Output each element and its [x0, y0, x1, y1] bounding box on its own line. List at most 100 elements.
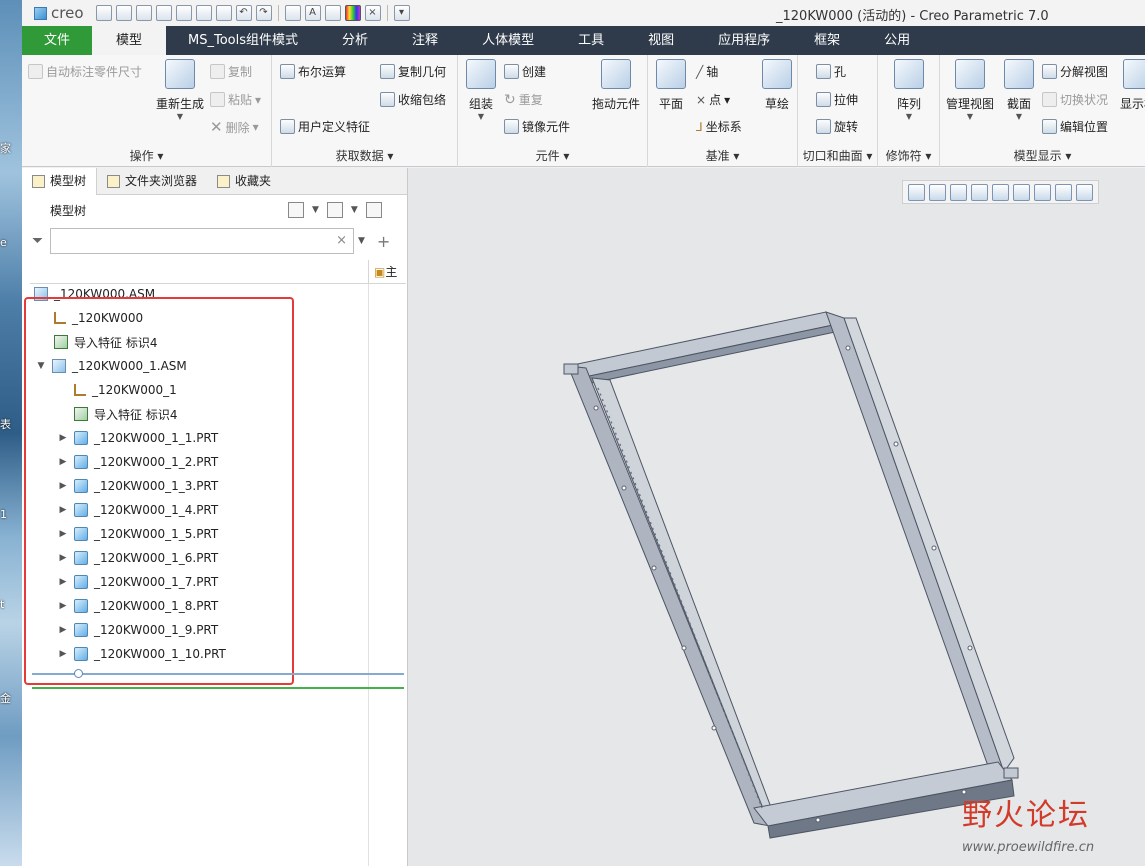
redo-icon[interactable]: ↷	[255, 5, 272, 21]
point-icon: ×	[696, 92, 707, 107]
clear-search-icon[interactable]: ×	[336, 233, 347, 248]
group-label[interactable]: 基准 ▾	[648, 147, 797, 164]
repeat-icon: ↻	[504, 91, 516, 108]
operations-label: 操作	[129, 149, 154, 163]
close-window-icon[interactable]: ×	[364, 5, 381, 21]
graphics-area[interactable]: 野火论坛 www.proewildfire.cn	[408, 168, 1145, 866]
repeat-button[interactable]: ↻ 重复	[504, 91, 543, 108]
save-icon[interactable]	[155, 5, 172, 21]
csys-button[interactable]: ⅃ 坐标系	[696, 118, 742, 135]
new-file-icon[interactable]	[95, 5, 112, 21]
delete-button[interactable]: ✕ 删除 ▾	[210, 118, 259, 136]
show-columns-icon[interactable]	[326, 202, 343, 218]
separator	[277, 5, 279, 21]
tab-annotate[interactable]: 注释	[390, 26, 460, 55]
tab-framework[interactable]: 框架	[792, 26, 862, 55]
explode-view-button[interactable]: 分解视图	[1042, 63, 1108, 80]
sketch-button[interactable]: 草绘	[760, 59, 794, 112]
explode-icon	[1042, 64, 1057, 79]
tree-filter-settings-icon[interactable]	[365, 202, 382, 218]
tab-common[interactable]: 公用	[862, 26, 932, 55]
regenerate-button[interactable]: 重新生成 ▼	[150, 59, 210, 121]
shrinkwrap-button[interactable]: 收缩包络	[380, 91, 446, 108]
open-folder-icon[interactable]	[115, 5, 132, 21]
group-label[interactable]: 修饰符 ▾	[878, 147, 939, 164]
plane-icon	[656, 59, 686, 89]
group-label[interactable]: 操作 ▾	[22, 147, 271, 164]
manage-views-button[interactable]: 管理视图 ▼	[944, 59, 996, 121]
create-button[interactable]: 创建	[504, 63, 546, 80]
tree-settings-icon[interactable]	[288, 202, 304, 218]
cut-surface-label: 切口和曲面	[802, 149, 863, 163]
tab-analysis[interactable]: 分析	[320, 26, 390, 55]
auto-annotate-button[interactable]: 自动标注零件尺寸	[28, 63, 142, 80]
tab-folder-browser[interactable]: 文件夹浏览器	[97, 168, 207, 195]
tab-tools[interactable]: 工具	[556, 26, 626, 55]
hole-button[interactable]: 孔	[816, 63, 846, 80]
column-header-main[interactable]: ▣主	[368, 260, 397, 284]
plane-button[interactable]: 平面	[654, 59, 688, 112]
tab-view[interactable]: 视图	[626, 26, 696, 55]
revolve-button[interactable]: 旋转	[816, 118, 858, 135]
regenerate-qat-icon[interactable]	[215, 5, 232, 21]
window-title: _120KW000 (活动的) - Creo Parametric 7.0	[776, 9, 1049, 24]
shrinkwrap-icon	[380, 92, 395, 107]
text-icon[interactable]: A	[304, 5, 321, 21]
csys-label: 坐标系	[705, 120, 742, 134]
customize-qat-chevron-down-icon[interactable]: ▾	[393, 5, 410, 21]
undo-icon[interactable]: ↶	[235, 5, 252, 21]
tab-model[interactable]: 模型	[92, 26, 167, 55]
assemble-button[interactable]: 组装 ▼	[464, 59, 498, 121]
point-label: 点	[709, 93, 722, 107]
tab-ms-tools[interactable]: MS_Tools组件模式	[166, 26, 320, 55]
drag-component-button[interactable]: 拖动元件	[590, 59, 642, 112]
separator	[386, 5, 388, 21]
chevron-down-icon[interactable]: ▼	[351, 205, 358, 215]
regen-switch-icon[interactable]	[284, 5, 301, 21]
display-style-button[interactable]: 显示样	[1118, 59, 1145, 112]
appearance-gallery-icon[interactable]	[344, 5, 361, 21]
save-copy-icon[interactable]	[175, 5, 192, 21]
mirror-component-button[interactable]: 镜像元件	[504, 118, 570, 135]
group-label[interactable]: 获取数据 ▾	[272, 147, 457, 164]
windows-icon[interactable]	[324, 5, 341, 21]
paste-button[interactable]: 粘贴 ▾	[210, 91, 261, 108]
open-recent-icon[interactable]	[135, 5, 152, 21]
delete-label: 删除	[225, 120, 250, 135]
insert-indicator-line	[32, 673, 404, 675]
creo-window: creo ↶ ↷ A × ▾ _120KW000 (活动的) - Creo Pa…	[22, 0, 1145, 866]
group-label[interactable]: 切口和曲面 ▾	[798, 147, 877, 164]
chevron-down-icon[interactable]: ▼	[312, 205, 319, 215]
point-button[interactable]: × 点 ▾	[696, 91, 730, 108]
toggle-status-button[interactable]: 切换状况	[1042, 91, 1108, 108]
edit-position-button[interactable]: 编辑位置	[1042, 118, 1108, 135]
insert-here-handle[interactable]	[74, 669, 83, 678]
chevron-down-icon: ▼	[905, 112, 913, 121]
tab-model-tree[interactable]: 模型树	[22, 168, 98, 195]
search-options-chevron-down-icon[interactable]: ▼	[358, 236, 365, 246]
tab-manikin[interactable]: 人体模型	[460, 26, 556, 55]
hole	[815, 817, 821, 823]
add-filter-plus-icon[interactable]: +	[377, 232, 390, 251]
print-icon[interactable]	[195, 5, 212, 21]
copy-geometry-button[interactable]: 复制几何	[380, 63, 446, 80]
filter-funnel-icon[interactable]: ⏷	[32, 234, 46, 248]
group-label[interactable]: 模型显示 ▾	[940, 147, 1145, 164]
extrude-button[interactable]: 拉伸	[816, 91, 858, 108]
copy-button[interactable]: 复制	[210, 63, 252, 80]
edit-position-icon	[1042, 119, 1057, 134]
group-label[interactable]: 元件 ▾	[458, 147, 647, 164]
boolean-button[interactable]: 布尔运算	[280, 63, 346, 80]
udf-button[interactable]: 用户定义特征	[280, 118, 370, 135]
tab-applications[interactable]: 应用程序	[696, 26, 792, 55]
tab-file[interactable]: 文件	[22, 26, 93, 55]
pattern-button[interactable]: 阵列 ▼	[892, 59, 926, 121]
tab-favorites[interactable]: 收藏夹	[207, 168, 281, 195]
3d-frame-model[interactable]	[408, 168, 1145, 866]
section-button[interactable]: 截面 ▼	[1002, 59, 1036, 121]
creo-logo: creo	[34, 4, 84, 22]
tree-search-input[interactable]: ×	[50, 228, 354, 254]
axis-button[interactable]: ╱ 轴	[696, 63, 718, 80]
hole-icon	[816, 64, 831, 79]
desktop-label: t	[0, 598, 5, 611]
